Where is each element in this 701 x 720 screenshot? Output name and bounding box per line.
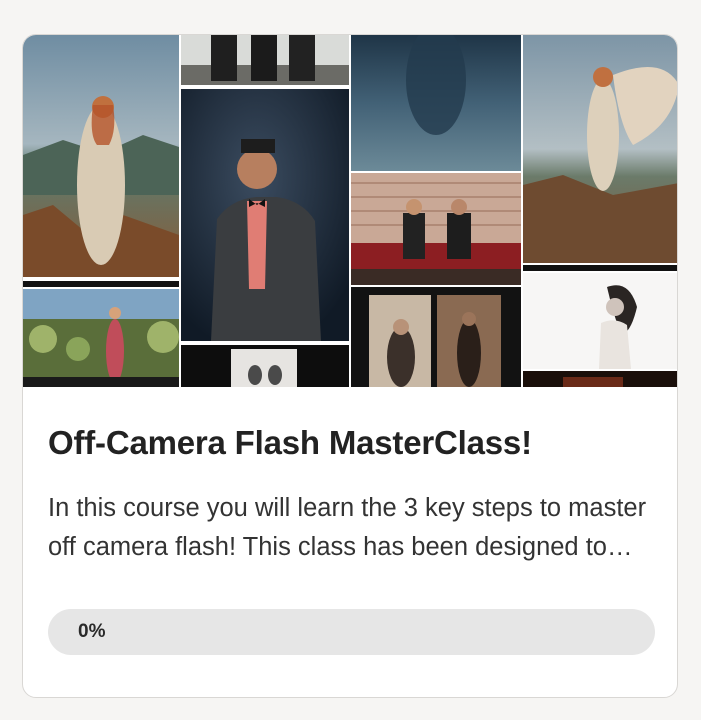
strip-photo <box>523 265 677 271</box>
strip-photo <box>23 281 179 287</box>
course-description: In this course you will learn the 3 key … <box>48 494 647 561</box>
progress-bar: 0% <box>48 609 655 655</box>
course-title[interactable]: Off-Camera Flash MasterClass! <box>48 423 658 463</box>
flowing-gown-photo <box>523 35 677 263</box>
progress-label: 0% <box>78 621 106 642</box>
groomsmen-photo <box>181 35 349 85</box>
strip-photo <box>523 371 677 387</box>
two-women-photo <box>351 287 521 387</box>
course-thumbnail-collage <box>23 35 677 387</box>
bride-mountain-photo <box>23 35 179 277</box>
course-card[interactable]: Off-Camera Flash MasterClass! In this co… <box>22 34 678 698</box>
woman-white-backdrop-photo <box>523 273 677 369</box>
misty-figure-photo <box>351 35 521 171</box>
man-bowtie-photo <box>181 89 349 341</box>
portrait-closeup-photo <box>181 345 349 387</box>
cactus-dress-photo <box>23 289 179 387</box>
couple-sofa-photo <box>351 173 521 285</box>
